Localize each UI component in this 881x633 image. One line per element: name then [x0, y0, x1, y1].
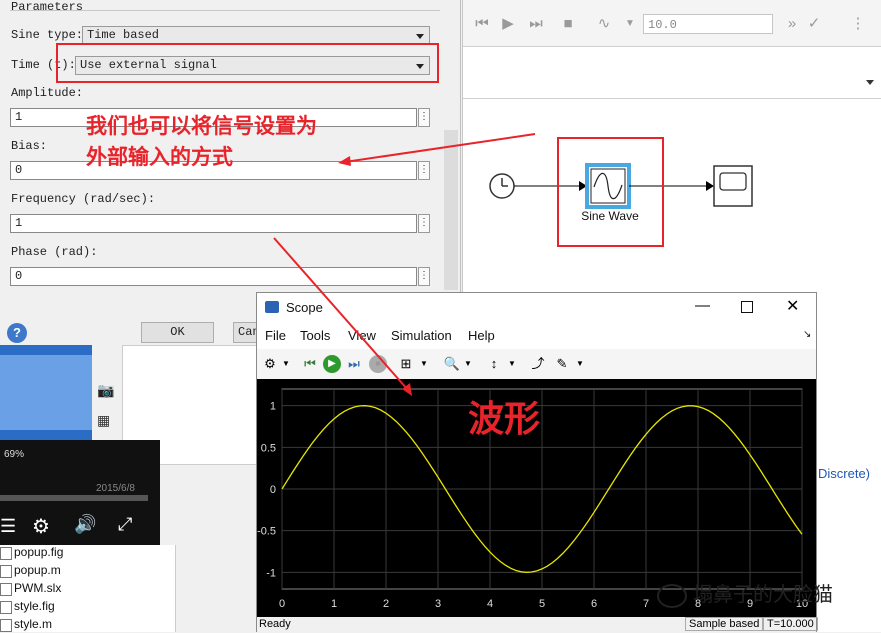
- arrow-head-icon: [338, 156, 351, 166]
- watermark: 塌鼻子的大脸猫: [657, 578, 833, 608]
- arrow-line: [273, 237, 409, 391]
- watermark-text: 塌鼻子的大脸猫: [693, 582, 833, 606]
- arrow-line: [344, 133, 536, 163]
- wechat-icon: [657, 583, 687, 608]
- annotation-arrows: [273, 133, 536, 396]
